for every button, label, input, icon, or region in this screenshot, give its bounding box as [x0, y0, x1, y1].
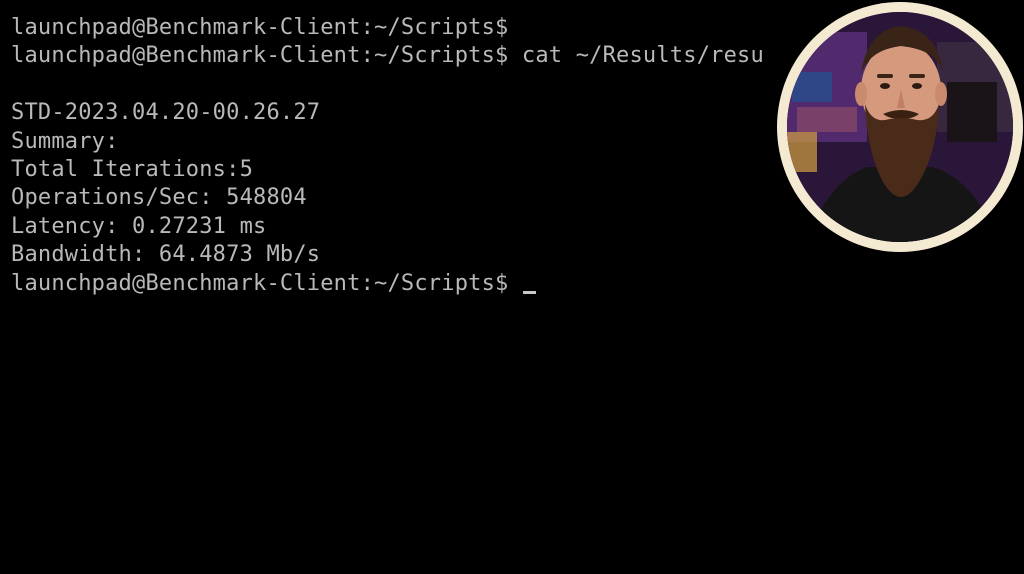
terminal-line: Summary:	[11, 128, 119, 154]
terminal-line: launchpad@Benchmark-Client:~/Scripts$	[11, 15, 509, 40]
terminal-prompt: launchpad@Benchmark-Client:~/Scripts$	[11, 270, 522, 296]
terminal-prompt-line[interactable]: launchpad@Benchmark-Client:~/Scripts$	[11, 270, 764, 298]
webcam-overlay	[777, 2, 1023, 252]
webcam-feed	[787, 12, 1013, 242]
text-cursor	[522, 290, 536, 294]
terminal-line: Total Iterations:5	[11, 156, 254, 182]
webcam-person-image	[787, 12, 1013, 242]
terminal-output: launchpad@Benchmark-Client:~/Scripts$ lau…	[11, 14, 764, 298]
terminal-line: Bandwidth: 64.4873 Mb/s	[11, 242, 321, 268]
terminal-line: Latency: 0.27231 ms	[11, 213, 267, 239]
terminal-line: STD-2023.04.20-00.26.27	[11, 100, 321, 126]
terminal-line: Operations/Sec: 548804	[11, 185, 307, 211]
terminal-line: launchpad@Benchmark-Client:~/Scripts$ ca…	[11, 43, 764, 69]
